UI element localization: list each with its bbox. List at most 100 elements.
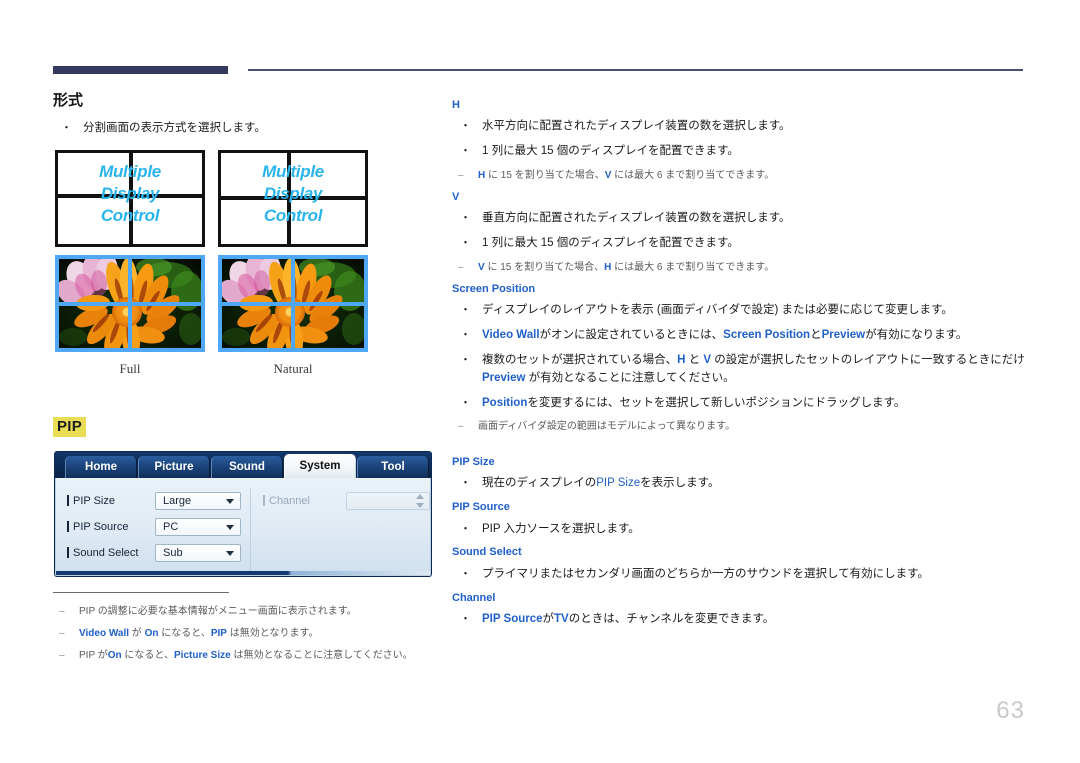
- text-run: 1 列に最大 15 個のディスプレイを配置できます。: [482, 145, 739, 158]
- bullet-label: PIP 入力ソースを選択します。: [482, 521, 1028, 539]
- osd-tab-sound[interactable]: Sound: [211, 456, 283, 478]
- highlighted-term: PIP: [210, 628, 227, 639]
- osd-tab-system[interactable]: System: [284, 454, 356, 478]
- osd-setting-row: PIP Size Large: [67, 488, 250, 513]
- subsection-key: PIP Size: [452, 456, 495, 468]
- text-run: 現在のディスプレイの: [482, 477, 597, 490]
- subsection-key: Channel: [452, 591, 496, 604]
- highlighted-term: Picture Size: [174, 650, 231, 661]
- bullet-item: ・ Video Wallがオンに設定されているときには、Screen Positi…: [452, 327, 1028, 345]
- osd-dropdown-pip-source[interactable]: PC: [155, 517, 241, 536]
- note-label: Video Wall が On になると、PIP は無効となります。: [79, 626, 443, 641]
- figure-caption-full: Full: [119, 361, 141, 376]
- subsection-key: Screen Position: [452, 283, 536, 296]
- text-run: のときは、チャンネルを変更できます。: [568, 613, 775, 625]
- osd-screenshot: Home Picture Sound System Tool PIP Size Large…: [55, 452, 431, 576]
- text-run: には最大 6 まで割り当てできます。: [611, 262, 775, 274]
- bullet-item: ・ 1 列に最大 15 個のディスプレイを配置できます。: [452, 143, 1028, 161]
- highlighted-term: Preview: [821, 329, 866, 342]
- osd-tab-tool[interactable]: Tool: [357, 456, 429, 478]
- highlighted-term: Preview: [482, 371, 526, 384]
- osd-tab-bar[interactable]: Home Picture Sound System Tool: [55, 452, 431, 478]
- figure-full: Multiple Display Control Full: [55, 150, 205, 377]
- bullet-marker: ・: [460, 304, 471, 317]
- bullet-marker: ・: [460, 477, 471, 490]
- osd-selected-value: Sub: [163, 546, 183, 559]
- osd-dropdown-sound-select[interactable]: Sub: [155, 543, 241, 562]
- flower-preview-full: [55, 255, 205, 352]
- header-rule-thin: [248, 69, 1023, 71]
- text-run: は無効となります。: [226, 628, 319, 639]
- flower-image: [59, 259, 201, 348]
- note-label: 画面ディバイダ設定の範囲はモデルによって異なります。: [478, 419, 1028, 434]
- bullet-bar-icon: [263, 495, 265, 506]
- videowall-figure-group: Multiple Display Control Full Multiple D…: [55, 150, 435, 390]
- osd-dropdown-pip-size[interactable]: Large: [155, 491, 241, 510]
- bullet-item: ・ PIP SourceがTVのときは、チャンネルを変更できます。: [452, 611, 1028, 629]
- bullet-label: PIP SourceがTVのときは、チャンネルを変更できます。: [482, 611, 1028, 629]
- mdc-watermark-text: Multiple Display Control: [262, 162, 324, 225]
- osd-setting-row: Channel: [263, 488, 430, 513]
- grid-divider-vertical: [128, 153, 133, 244]
- note-label: PIP がOn になると、Picture Size は無効となることに注意してく…: [79, 648, 443, 663]
- osd-selected-value: PC: [163, 520, 179, 533]
- highlighted-term: V: [478, 262, 485, 274]
- osd-setting-label: Sound Select: [67, 547, 155, 559]
- grid-divider-horizontal: [221, 195, 365, 200]
- bullet-marker: ・: [460, 120, 471, 133]
- figure-natural: Multiple Display Control Natural: [218, 150, 368, 377]
- bullet-bar-icon: [67, 495, 69, 506]
- left-footnotes: ‒ PIP の調整に必要な基本情報がメニュー画面に表示されます。 ‒ Video W…: [53, 592, 443, 670]
- pip-heading-wrap: PIP: [53, 417, 87, 437]
- osd-column-right: Channel: [250, 488, 430, 575]
- mdc-grid-natural: Multiple Display Control: [218, 150, 368, 247]
- text-run: になると、: [121, 650, 174, 661]
- text-run: が: [129, 628, 145, 639]
- section-heading-pip: PIP: [53, 417, 87, 437]
- highlighted-term: Video Wall: [79, 628, 130, 639]
- right-column-lower: PIP Size ・現在のディスプレイのPIP Sizeを表示します。 PIP So…: [452, 455, 1028, 636]
- bullet-label: 現在のディスプレイのPIP Sizeを表示します。: [482, 475, 1028, 493]
- preview-divider-horizontal: [59, 301, 201, 306]
- bullet-label: 複数のセットが選択されている場合、H と V の設定が選択したセットのレイアウト…: [482, 352, 1028, 388]
- bullet-item: ・ディスプレイのレイアウトを表示 (画面ディバイダで設定) または必要に応じて変…: [452, 302, 1028, 320]
- spinner-arrows-icon[interactable]: [415, 493, 424, 508]
- bullet-marker: ・: [460, 567, 471, 580]
- bullet-item: ・垂直方向に配置されたディスプレイ装置の数を選択します。: [452, 210, 1028, 228]
- note-item: ‒ Video Wall が On になると、PIP は無効となります。: [53, 626, 443, 641]
- bullet-marker: ・: [460, 613, 471, 625]
- text-run: に 15 を割り当てた場合、: [485, 170, 605, 182]
- text-run: 水平方向に配置されたディスプレイ装置の数を選択します。: [482, 120, 791, 133]
- subsection-key: Sound Select: [452, 546, 522, 559]
- bullet-item: ・ Positionを変更するには、セットを選択して新しいポジションにドラッグしま…: [452, 395, 1028, 413]
- highlighted-term: V: [703, 354, 712, 367]
- osd-label-text: Sound Select: [73, 546, 139, 559]
- text-run: には最大 6 まで割り当てできます。: [611, 170, 775, 182]
- page-title: 形式: [53, 92, 84, 109]
- chevron-down-icon: [226, 498, 234, 504]
- osd-spinner-channel: [346, 491, 430, 510]
- bullet-marker: ・: [460, 396, 471, 409]
- text-run: プライマリまたはセカンダリ画面のどちらか一方のサウンドを選択して有効にします。: [482, 567, 930, 580]
- flower-image: [222, 259, 364, 348]
- text-run: になると、: [158, 628, 211, 639]
- footnote-list: ‒ PIP の調整に必要な基本情報がメニュー画面に表示されます。 ‒ Video W…: [53, 604, 443, 663]
- text-run: を変更するには、セットを選択して新しいポジションにドラッグします。: [527, 396, 906, 409]
- bullet-bar-icon: [67, 521, 69, 532]
- bullet-label: Video Wallがオンに設定されているときには、Screen Positio…: [482, 327, 1028, 345]
- bullet-marker: ・: [460, 212, 471, 225]
- bullet-marker: ・: [61, 122, 72, 134]
- bullet-label: ディスプレイのレイアウトを表示 (画面ディバイダで設定) または必要に応じて変更…: [482, 302, 1028, 320]
- note-label: V に 15 を割り当てた場合、H には最大 6 まで割り当てできます。: [478, 260, 1028, 275]
- bullet-item: ・水平方向に配置されたディスプレイ装置の数を選択します。: [452, 118, 1028, 136]
- text-run: 垂直方向に配置されたディスプレイ装置の数を選択します。: [482, 212, 791, 225]
- bullet-marker: ・: [460, 522, 471, 535]
- bullet-label: プライマリまたはセカンダリ画面のどちらか一方のサウンドを選択して有効にします。: [482, 566, 1028, 584]
- highlighted-term: PIP Source: [482, 613, 543, 625]
- bullet-marker: ・: [460, 354, 471, 367]
- note-label: PIP の調整に必要な基本情報がメニュー画面に表示されます。: [79, 604, 443, 619]
- osd-tab-picture[interactable]: Picture: [138, 456, 210, 478]
- note-dash-icon: ‒: [458, 262, 464, 274]
- osd-label-text: PIP Source: [73, 520, 129, 533]
- osd-tab-home[interactable]: Home: [65, 456, 137, 478]
